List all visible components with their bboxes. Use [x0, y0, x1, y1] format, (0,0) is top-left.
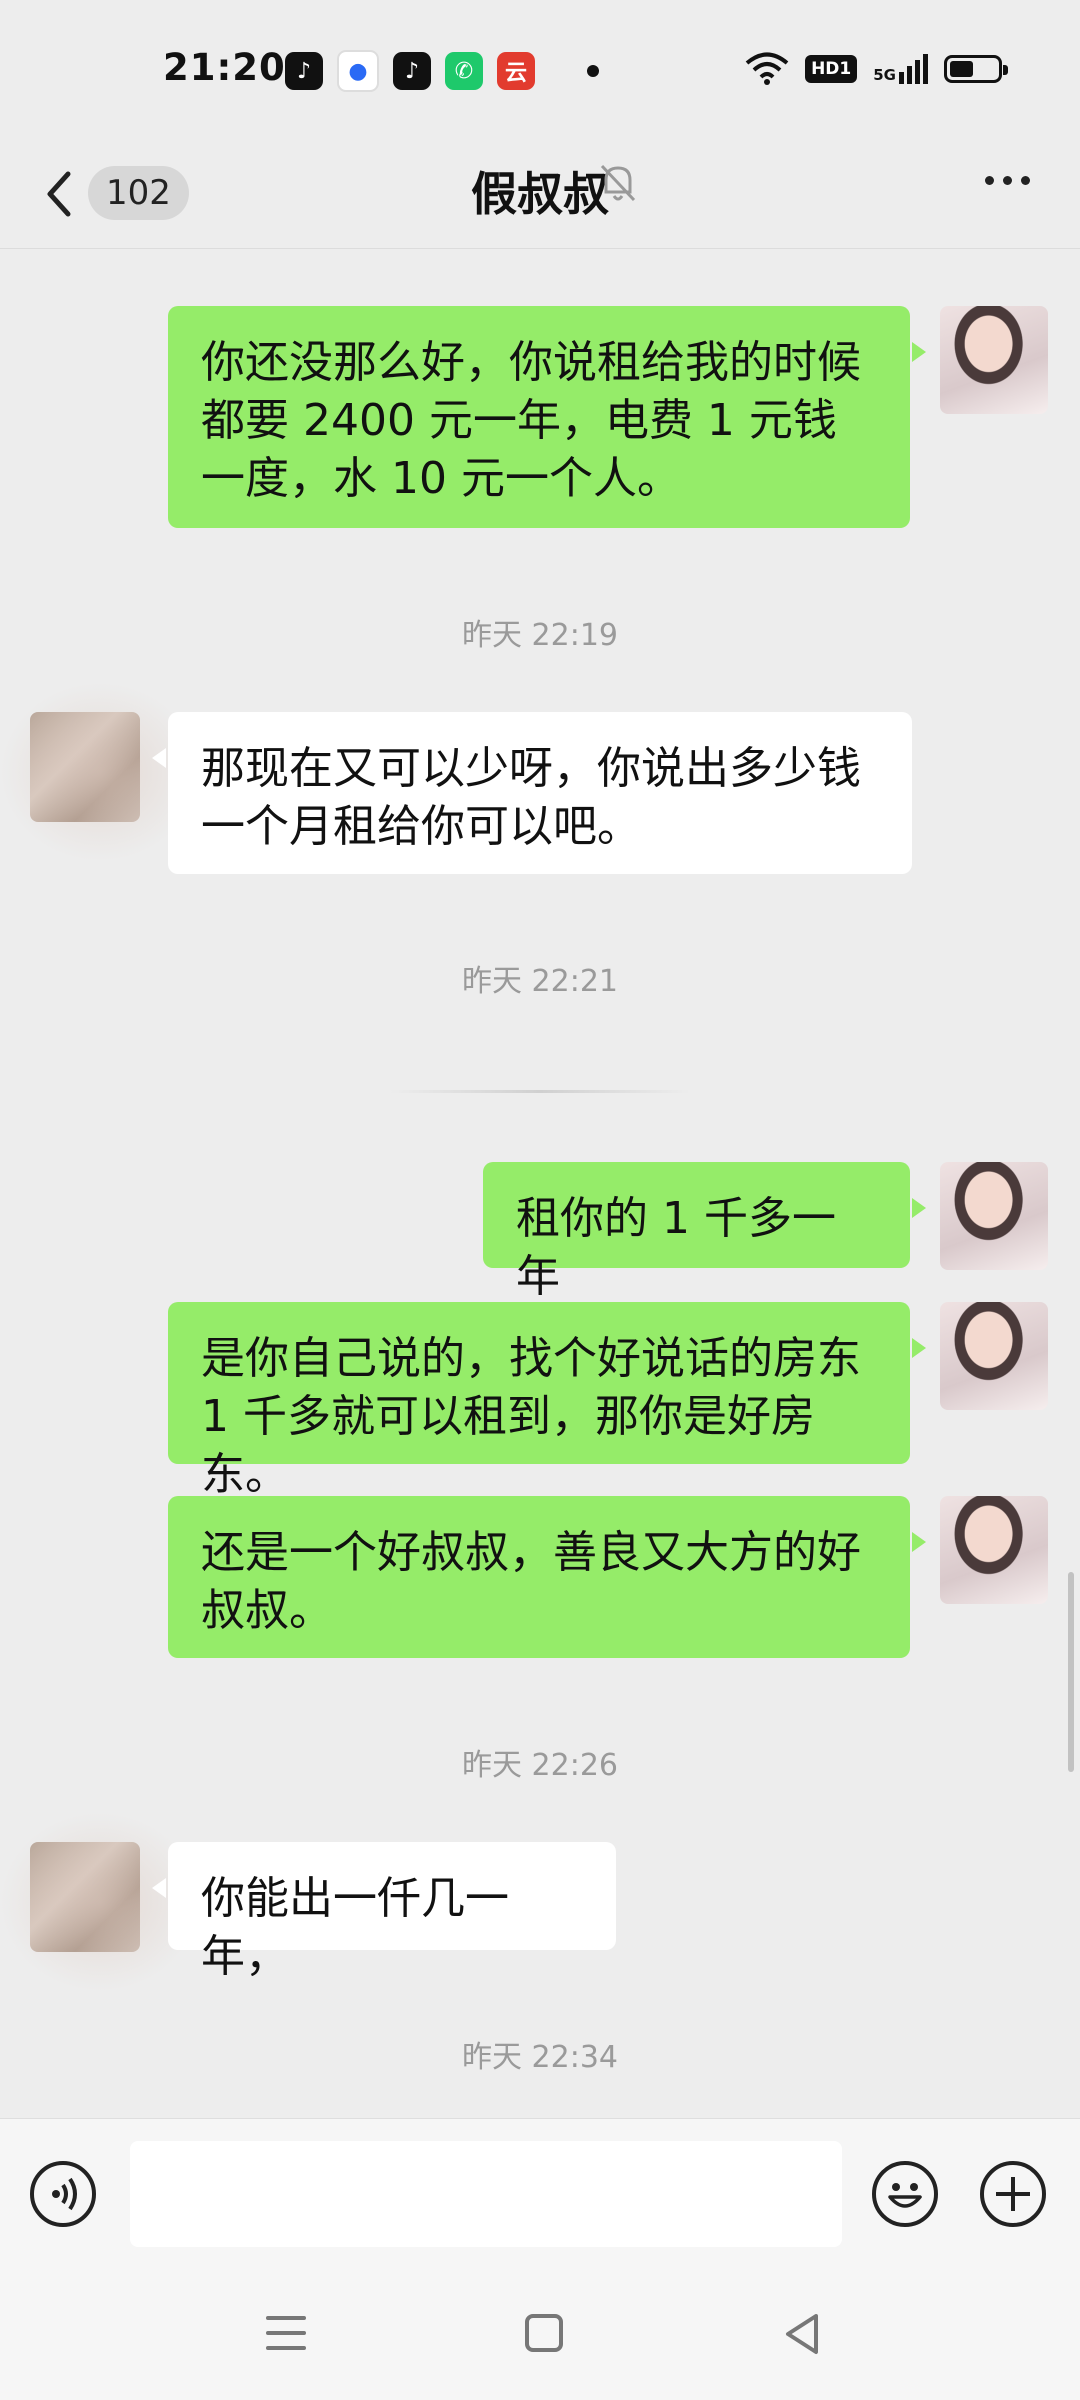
- home-icon[interactable]: [525, 2314, 563, 2352]
- message-timestamp: 昨天 22:34: [462, 2040, 618, 2075]
- network-type: 5G: [873, 66, 896, 84]
- battery-icon: [944, 55, 1008, 83]
- scrollbar[interactable]: [1068, 1572, 1074, 1772]
- battery-level: [950, 61, 973, 77]
- clock: 21:20: [163, 46, 286, 89]
- phone-icon: ✆: [445, 52, 483, 90]
- wifi-icon: [745, 52, 789, 85]
- signal-icon: 5G: [873, 54, 928, 84]
- chat-title: 假叔叔: [471, 167, 609, 221]
- my-avatar[interactable]: [940, 1496, 1048, 1604]
- smiley-icon: [888, 2183, 922, 2208]
- douyin-icon: ♪: [393, 52, 431, 90]
- yunshanfu-icon: 云: [497, 52, 535, 90]
- contact-message-bubble[interactable]: 你能出一仟几一年，: [152, 1842, 616, 1982]
- message-timestamp: 昨天 22:26: [462, 1748, 618, 1783]
- message-input[interactable]: [130, 2141, 842, 2247]
- my-avatar[interactable]: [940, 1162, 1048, 1270]
- faded-divider: [390, 1090, 690, 1093]
- mute-bell-icon: [600, 164, 636, 202]
- my-avatar[interactable]: [940, 1302, 1048, 1410]
- plus-icon: [996, 2177, 1030, 2211]
- my-message-bubble[interactable]: 租你的 1 千多一年: [483, 1162, 926, 1302]
- more-notifications-dot: [587, 65, 599, 77]
- my-message-bubble[interactable]: 是你自己说的，找个好说话的房东 1 千多就可以租到，那你是好房东。: [168, 1302, 926, 1500]
- message-timestamp: 昨天 22:19: [462, 618, 618, 653]
- chat-header: 102 假叔叔: [0, 140, 1080, 249]
- status-bar: 21:20 ♪ ● ♪ ✆ 云 HD1 5G: [0, 0, 1080, 140]
- notification-icons: ♪ ● ♪ ✆ 云: [285, 50, 599, 92]
- system-icons: HD1 5G: [745, 52, 1008, 86]
- nav-back-icon[interactable]: [782, 2312, 822, 2356]
- contact-message-bubble[interactable]: 那现在又可以少呀，你说出多少钱一个月租给你可以吧。: [152, 712, 912, 874]
- input-bar: [0, 2118, 1080, 2269]
- hd-volte-icon: HD1: [805, 55, 858, 83]
- contact-avatar[interactable]: [0, 682, 200, 862]
- recent-apps-icon[interactable]: [266, 2316, 306, 2361]
- baidu-icon: ●: [337, 50, 379, 92]
- system-navigation-bar: [0, 2268, 1080, 2400]
- more-options-icon[interactable]: [985, 176, 1030, 185]
- voice-input-button[interactable]: [30, 2161, 96, 2227]
- more-functions-button[interactable]: [980, 2161, 1046, 2227]
- my-message-bubble[interactable]: 你还没那么好，你说租给我的时候都要 2400 元一年，电费 1 元钱一度，水 1…: [168, 306, 926, 528]
- my-message-bubble[interactable]: 还是一个好叔叔，善良又大方的好叔叔。: [168, 1496, 926, 1658]
- voice-icon: [52, 2177, 77, 2211]
- my-avatar[interactable]: [940, 306, 1048, 414]
- contact-avatar[interactable]: [0, 1812, 200, 1992]
- message-timestamp: 昨天 22:21: [462, 964, 618, 999]
- douyin-lite-icon: ♪: [285, 52, 323, 90]
- emoji-button[interactable]: [872, 2161, 938, 2227]
